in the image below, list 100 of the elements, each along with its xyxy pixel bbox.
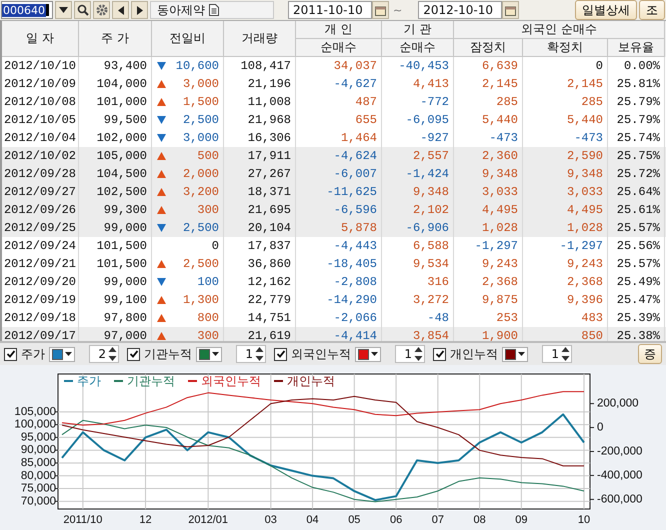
color-picker[interactable] [355, 346, 381, 362]
stock-code-field[interactable]: 000640 [1, 1, 53, 19]
table-cell: 101,000 [79, 93, 152, 111]
color-picker[interactable] [49, 346, 75, 362]
color-picker[interactable] [502, 346, 528, 362]
caret-icon [371, 352, 378, 356]
table-cell: 2012/09/19 [2, 291, 79, 309]
caret-icon [518, 352, 525, 356]
checkbox[interactable] [433, 348, 446, 360]
axis-label: 03 [264, 514, 277, 526]
line-width-spinner[interactable]: 2 [89, 345, 119, 363]
table-cell: 22,779 [224, 291, 296, 309]
column-header: 순매수 [296, 39, 382, 57]
action-button[interactable]: 조 [639, 0, 665, 20]
calendar-button[interactable] [372, 1, 389, 19]
calendar-button[interactable] [502, 1, 520, 19]
axis-label: 70,000 [20, 495, 56, 508]
table-cell-text: 3,000 [182, 76, 219, 93]
axis-label: 2012/01 [188, 514, 228, 526]
table-cell: 25.49% [608, 273, 665, 291]
line-width-spinner[interactable]: 1 [236, 345, 266, 363]
color-picker[interactable] [196, 346, 222, 362]
column-header: 전일비 [152, 21, 224, 57]
column-header: 개 인 [296, 21, 382, 39]
table-cell: 12,162 [224, 273, 296, 291]
table-cell: 2012/09/24 [2, 237, 79, 255]
table-cell: 104,000 [79, 75, 152, 93]
table-cell: 99,100 [79, 291, 152, 309]
axis-label: 105,000 [14, 406, 56, 418]
series-label: 개인누적 [450, 346, 498, 362]
legend-label: 개인누적 [287, 374, 335, 388]
column-header: 확정치 [523, 39, 608, 57]
column-header: 보유율 [608, 39, 665, 57]
start-date-field[interactable]: 2011-10-10 [288, 1, 372, 19]
axis-label: 0 [597, 422, 604, 434]
axis-label: 12 [139, 514, 152, 526]
previous-button[interactable] [112, 1, 129, 19]
table-cell: 93,400 [79, 57, 152, 75]
table-cell: 9,243 [523, 255, 608, 273]
table-cell: 487 [296, 93, 382, 111]
caret-icon [59, 7, 68, 13]
table-cell-text: 3,200 [182, 184, 219, 201]
table-cell-text: 1,300 [182, 292, 219, 309]
table-cell-text: 2,500 [182, 112, 219, 129]
checkbox[interactable] [4, 348, 17, 360]
axis-label: 10 [578, 514, 590, 526]
table-cell-text: 10,600 [176, 58, 219, 75]
table-cell: 5,878 [296, 219, 382, 237]
axis-label: 09 [515, 514, 528, 526]
table-cell: 2012/09/25 [2, 219, 79, 237]
axis-label: -400,000 [597, 469, 642, 482]
table-cell-text: 2,000 [182, 166, 219, 183]
calendar-icon [375, 4, 386, 16]
table-cell-text: 300 [197, 328, 219, 341]
table-cell: 25.56% [608, 237, 665, 255]
table-cell: 9,396 [523, 291, 608, 309]
table-cell: 17,837 [224, 237, 296, 255]
line-width-spinner[interactable]: 1 [395, 345, 425, 363]
action-button[interactable]: 일별상세 [575, 0, 637, 20]
table-cell: 21,968 [224, 111, 296, 129]
table-cell: 2012/10/05 [2, 111, 79, 129]
table-cell: -6,095 [382, 111, 454, 129]
table-cell: -18,405 [296, 255, 382, 273]
axis-label: 07 [432, 514, 444, 526]
table-cell: 4,413 [382, 75, 454, 93]
dropdown-button[interactable] [55, 1, 72, 19]
table-cell: 101,500 [79, 237, 152, 255]
series-label: 기관누적 [144, 346, 192, 362]
table-cell: 34,037 [296, 57, 382, 75]
table-cell: 6,639 [454, 57, 523, 75]
axis-label: 80,000 [20, 470, 56, 482]
table-cell: 99,000 [79, 219, 152, 237]
zoom-button[interactable]: 증 [638, 344, 662, 364]
table-cell: 6,588 [382, 237, 454, 255]
table-cell: 2,368 [523, 273, 608, 291]
next-button[interactable] [131, 1, 148, 19]
table-cell-text: 0 [212, 238, 219, 255]
right-triangle-icon [136, 6, 142, 14]
table-cell: 2012/10/09 [2, 75, 79, 93]
axis-label: 2011/10 [63, 514, 102, 526]
column-header: 외국인 순매수 [454, 21, 665, 39]
table-cell: -14,290 [296, 291, 382, 309]
gear-icon [96, 4, 108, 16]
table-cell: 1,028 [523, 219, 608, 237]
table-cell: 99,000 [79, 273, 152, 291]
table-cell: -6,906 [382, 219, 454, 237]
end-date-field[interactable]: 2012-10-10 [418, 1, 502, 19]
line-width-spinner[interactable]: 1 [542, 345, 572, 363]
checkbox[interactable] [127, 348, 140, 360]
table-cell: 285 [454, 93, 523, 111]
table-cell: 9,534 [382, 255, 454, 273]
search-button[interactable] [74, 1, 91, 19]
spinner-arrows-icon [255, 346, 264, 362]
table-cell-text: 100 [197, 274, 219, 291]
caret-icon [212, 352, 219, 356]
table-cell: 108,417 [224, 57, 296, 75]
document-icon[interactable] [209, 4, 219, 16]
checkbox[interactable] [274, 348, 287, 360]
settings-button[interactable] [93, 1, 110, 19]
table-cell: 2012/10/10 [2, 57, 79, 75]
